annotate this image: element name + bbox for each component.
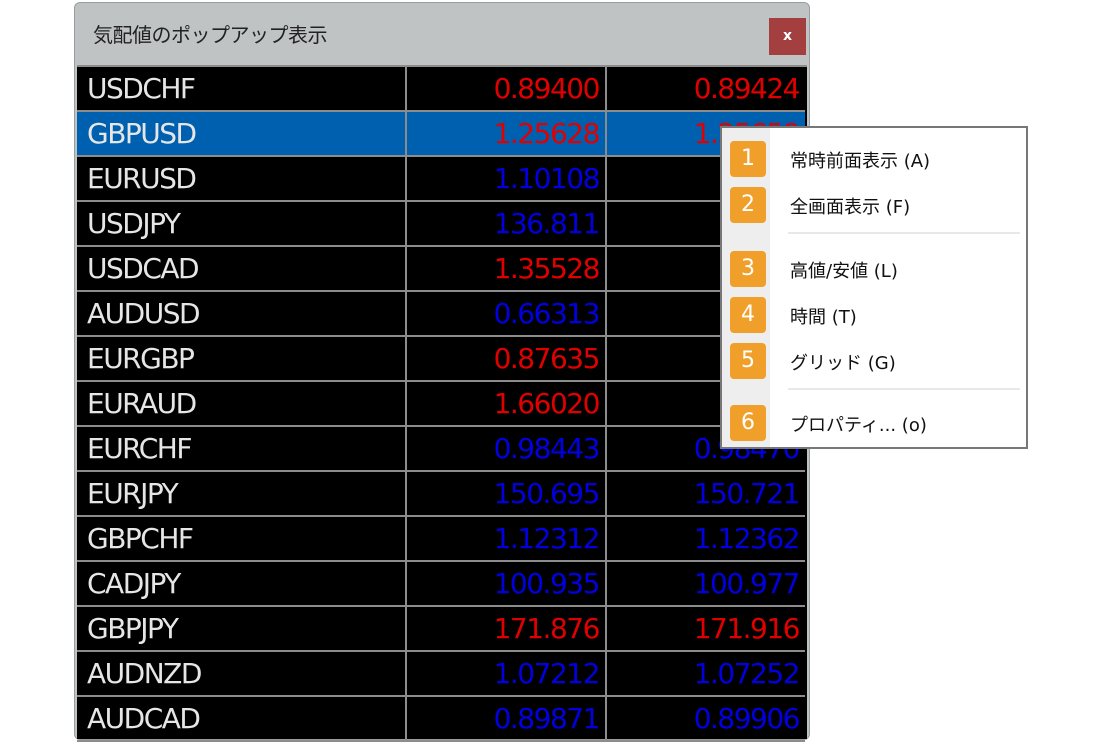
bid-cell: 0.66313 [405, 291, 607, 337]
ask-cell: 171.916 [605, 606, 805, 652]
menu-item-always-on-top[interactable]: 1 常時前面表示 (A) [722, 138, 1026, 178]
badge-3: 3 [730, 251, 766, 287]
bid-cell: 1.66020 [405, 381, 607, 427]
symbol-cell: GBPJPY [77, 606, 407, 652]
symbol-cell: USDCAD [77, 246, 407, 292]
symbol-cell: CADJPY [77, 561, 407, 607]
symbol-cell: GBPCHF [77, 516, 407, 562]
menu-item-properties[interactable]: 6 プロパティ... (o) [722, 402, 1026, 442]
symbol-cell: AUDUSD [77, 291, 407, 337]
symbol-cell: GBPUSD [77, 111, 407, 157]
menu-item-label: 時間 (T) [790, 307, 857, 328]
ask-cell: 0.89424 [605, 67, 805, 112]
menu-item-fullscreen[interactable]: 2 全画面表示 (F) [722, 184, 1026, 224]
window-title: 気配値のポップアップ表示 [93, 23, 328, 47]
badge-1: 1 [730, 141, 766, 177]
quote-row[interactable]: EURAUD1.660201.6 [77, 381, 805, 427]
bid-cell: 150.695 [405, 471, 607, 517]
ask-cell: 150.721 [605, 471, 805, 517]
menu-item-label: グリッド (G) [790, 353, 896, 374]
quote-row[interactable]: AUDNZD 1.07212 1.07252 [77, 651, 805, 697]
bid-cell: 1.07212 [405, 651, 607, 697]
menu-item-time[interactable]: 4 時間 (T) [722, 294, 1026, 334]
bid-cell: 1.35528 [405, 246, 607, 292]
quote-row[interactable]: USDCHF 0.89400 0.89424 [77, 67, 805, 112]
quote-row[interactable]: EURUSD1.101081.1 [77, 156, 805, 202]
ask-cell: 1.07252 [605, 651, 805, 697]
symbol-cell: EURJPY [77, 471, 407, 517]
quote-row[interactable]: EURCHF0.984430.98470 [77, 426, 805, 472]
quote-row[interactable]: AUDUSD0.663130.6 [77, 291, 805, 337]
quote-popup-window: 気配値のポップアップ表示 x USDCHF 0.89400 0.89424 GBPUS… [74, 2, 810, 742]
bid-cell: 0.87635 [405, 336, 607, 382]
ask-cell: 0.89906 [605, 696, 805, 742]
menu-item-label: 全画面表示 (F) [790, 197, 911, 218]
menu-separator [788, 232, 1020, 234]
symbol-cell: EURAUD [77, 381, 407, 427]
context-menu: 1 常時前面表示 (A) 2 全画面表示 (F) 3 高値/安値 (L) 4 時… [720, 126, 1028, 449]
quote-row[interactable]: EURJPY 150.695 150.721 [77, 471, 805, 517]
symbol-cell: AUDNZD [77, 651, 407, 697]
badge-5: 5 [730, 343, 766, 379]
menu-item-label: 常時前面表示 (A) [790, 151, 931, 172]
bid-cell: 0.98443 [405, 426, 607, 472]
title-bar[interactable]: 気配値のポップアップ表示 x [75, 3, 809, 63]
bid-cell: 0.89400 [405, 67, 607, 112]
symbol-cell: USDCHF [77, 67, 407, 112]
bid-cell: 0.89871 [405, 696, 607, 742]
close-button[interactable]: x [769, 18, 806, 55]
quote-row[interactable]: USDCAD1.355281.3 [77, 246, 805, 292]
menu-separator [788, 388, 1020, 390]
bid-cell: 1.25628 [405, 111, 607, 157]
menu-item-high-low[interactable]: 3 高値/安値 (L) [722, 248, 1026, 288]
bid-cell: 1.10108 [405, 156, 607, 202]
quote-row[interactable]: CADJPY 100.935 100.977 [77, 561, 805, 607]
quote-row[interactable]: GBPUSD1.256281.25659 [77, 111, 805, 157]
symbol-cell: EURGBP [77, 336, 407, 382]
symbol-cell: USDJPY [77, 201, 407, 247]
badge-4: 4 [730, 297, 766, 333]
quote-row[interactable]: GBPJPY 171.876 171.916 [77, 606, 805, 652]
menu-item-label: 高値/安値 (L) [790, 261, 898, 282]
badge-6: 6 [730, 405, 766, 441]
bid-cell: 100.935 [405, 561, 607, 607]
quote-row[interactable]: USDJPY136.811136 [77, 201, 805, 247]
bid-cell: 171.876 [405, 606, 607, 652]
symbol-cell: EURCHF [77, 426, 407, 472]
badge-2: 2 [730, 187, 766, 223]
menu-item-grid[interactable]: 5 グリッド (G) [722, 340, 1026, 380]
symbol-cell: EURUSD [77, 156, 407, 202]
quote-grid: USDCHF0.894000.89424GBPUSD1.256281.25659… [77, 65, 807, 742]
quote-row[interactable]: AUDCAD 0.89871 0.89906 [77, 696, 805, 742]
quote-row[interactable]: EURGBP0.876350.8 [77, 336, 805, 382]
ask-cell: 100.977 [605, 561, 805, 607]
menu-item-label: プロパティ... (o) [790, 415, 927, 436]
ask-cell: 1.12362 [605, 516, 805, 562]
bid-cell: 1.12312 [405, 516, 607, 562]
symbol-cell: AUDCAD [77, 696, 407, 742]
quote-row[interactable]: GBPCHF 1.12312 1.12362 [77, 516, 805, 562]
bid-cell: 136.811 [405, 201, 607, 247]
